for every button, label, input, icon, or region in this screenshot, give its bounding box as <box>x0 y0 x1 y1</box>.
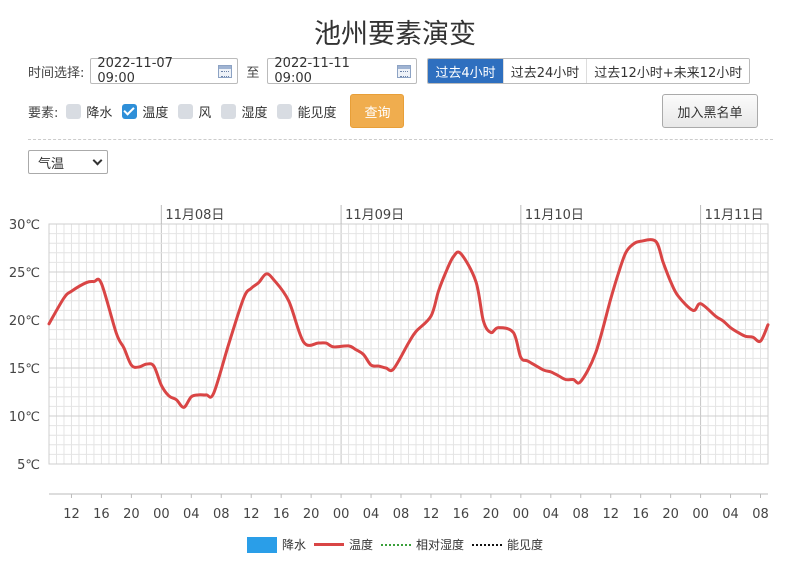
range-past12-future12-button[interactable]: 过去12小时+未来12小时 <box>587 59 750 83</box>
start-time-value: 2022-11-07 09:00 <box>97 56 173 86</box>
checkbox-label: 风 <box>198 105 212 121</box>
x-tick-label: 20 <box>303 507 320 522</box>
start-time-input[interactable]: 2022-11-07 09:00 <box>90 56 239 86</box>
x-tick-label: 12 <box>423 507 440 522</box>
legend-label: 相对湿度 <box>416 538 465 552</box>
x-tick-label: 04 <box>543 507 560 522</box>
legend-item-temperature[interactable]: 温度 <box>313 536 373 553</box>
x-tick-label: 20 <box>662 507 679 522</box>
checkbox-icon[interactable] <box>221 103 237 119</box>
x-tick-label: 12 <box>602 507 619 522</box>
checkbox-icon[interactable] <box>66 103 82 119</box>
x-tick-label: 08 <box>572 507 589 522</box>
calendar-icon[interactable] <box>397 65 412 78</box>
x-tick-label: 20 <box>483 507 500 522</box>
range-past-24h-button[interactable]: 过去24小时 <box>503 59 588 83</box>
elements-row: 要素: 降水 温度 风 湿度 能见度 查询 <box>28 94 405 128</box>
chart-legend: 降水 温度 相对湿度 能见度 <box>0 536 790 553</box>
x-tick-label: 16 <box>93 507 110 522</box>
x-tick-label: 04 <box>722 507 739 522</box>
x-tick-label: 00 <box>692 507 709 522</box>
legend-item-humidity[interactable]: 相对湿度 <box>381 536 464 553</box>
time-select-label: 时间选择: <box>28 65 85 81</box>
range-presets: 过去4小时 过去24小时 过去12小时+未来12小时 <box>427 58 751 84</box>
legend-swatch <box>246 536 277 553</box>
date-label: 11月09日 <box>345 208 404 223</box>
checkbox-label: 能见度 <box>297 105 337 121</box>
legend-item-visibility[interactable]: 能见度 <box>472 536 543 553</box>
time-select-row: 时间选择: 2022-11-07 09:00 至 2022-11-11 09:0… <box>28 56 751 86</box>
y-tick-label: 30℃ <box>9 218 40 233</box>
elements-label: 要素: <box>28 105 59 121</box>
variable-select-value: 气温 <box>38 156 65 172</box>
date-label: 11月08日 <box>165 208 224 223</box>
date-label: 11月11日 <box>705 208 764 223</box>
checkbox-visibility[interactable]: 能见度 <box>277 102 336 121</box>
checkbox-humidity[interactable]: 湿度 <box>221 102 267 121</box>
checkbox-precipitation[interactable]: 降水 <box>66 102 112 121</box>
checkbox-wind[interactable]: 风 <box>178 102 211 121</box>
divider <box>28 139 773 140</box>
legend-label: 降水 <box>281 538 306 552</box>
x-tick-label: 00 <box>513 507 530 522</box>
checkbox-checked-icon[interactable] <box>122 103 138 119</box>
page-title: 池州要素演变 <box>314 19 476 50</box>
x-tick-label: 08 <box>752 507 769 522</box>
query-button[interactable]: 查询 <box>350 94 405 128</box>
y-tick-label: 25℃ <box>9 266 40 281</box>
x-tick-label: 16 <box>453 507 470 522</box>
x-tick-label: 16 <box>273 507 290 522</box>
x-tick-label: 00 <box>333 507 350 522</box>
x-tick-label: 16 <box>632 507 649 522</box>
range-past-4h-button[interactable]: 过去4小时 <box>428 59 504 83</box>
temperature-chart: 5℃ 10℃ 15℃ 20℃ 25℃ 30℃ 11月08日 11月09日 11月10日 11月11… <box>9 205 770 522</box>
end-time-value: 2022-11-11 09:00 <box>274 56 350 86</box>
legend-item-precipitation[interactable]: 降水 <box>246 536 306 553</box>
x-tick-label: 20 <box>123 507 140 522</box>
end-time-input[interactable]: 2022-11-11 09:00 <box>267 56 418 86</box>
checkbox-icon[interactable] <box>277 103 293 119</box>
legend-swatch <box>313 543 344 546</box>
x-tick-label: 00 <box>153 507 170 522</box>
legend-swatch <box>381 543 411 546</box>
date-label: 11月10日 <box>525 208 584 223</box>
legend-swatch <box>472 543 503 546</box>
to-label: 至 <box>246 65 260 81</box>
x-tick-label: 04 <box>183 507 200 522</box>
checkbox-temperature[interactable]: 温度 <box>122 102 168 121</box>
calendar-icon[interactable] <box>218 65 233 78</box>
chevron-down-icon <box>92 155 103 166</box>
y-tick-label: 5℃ <box>17 458 40 473</box>
checkbox-label: 湿度 <box>241 105 268 121</box>
checkbox-label: 降水 <box>86 105 113 121</box>
add-to-blacklist-button[interactable]: 加入黑名单 <box>662 94 758 128</box>
legend-label: 温度 <box>348 538 373 552</box>
y-tick-label: 10℃ <box>9 410 40 425</box>
x-tick-label: 12 <box>243 507 260 522</box>
variable-select[interactable]: 气温 <box>28 150 108 174</box>
y-tick-label: 15℃ <box>9 362 40 377</box>
legend-label: 能见度 <box>507 538 544 552</box>
checkbox-icon[interactable] <box>178 103 194 119</box>
x-tick-label: 08 <box>213 507 230 522</box>
y-tick-label: 20℃ <box>9 314 40 329</box>
checkbox-label: 温度 <box>142 105 169 121</box>
x-tick-label: 04 <box>363 507 380 522</box>
x-tick-label: 08 <box>393 507 410 522</box>
x-tick-label: 12 <box>63 507 80 522</box>
